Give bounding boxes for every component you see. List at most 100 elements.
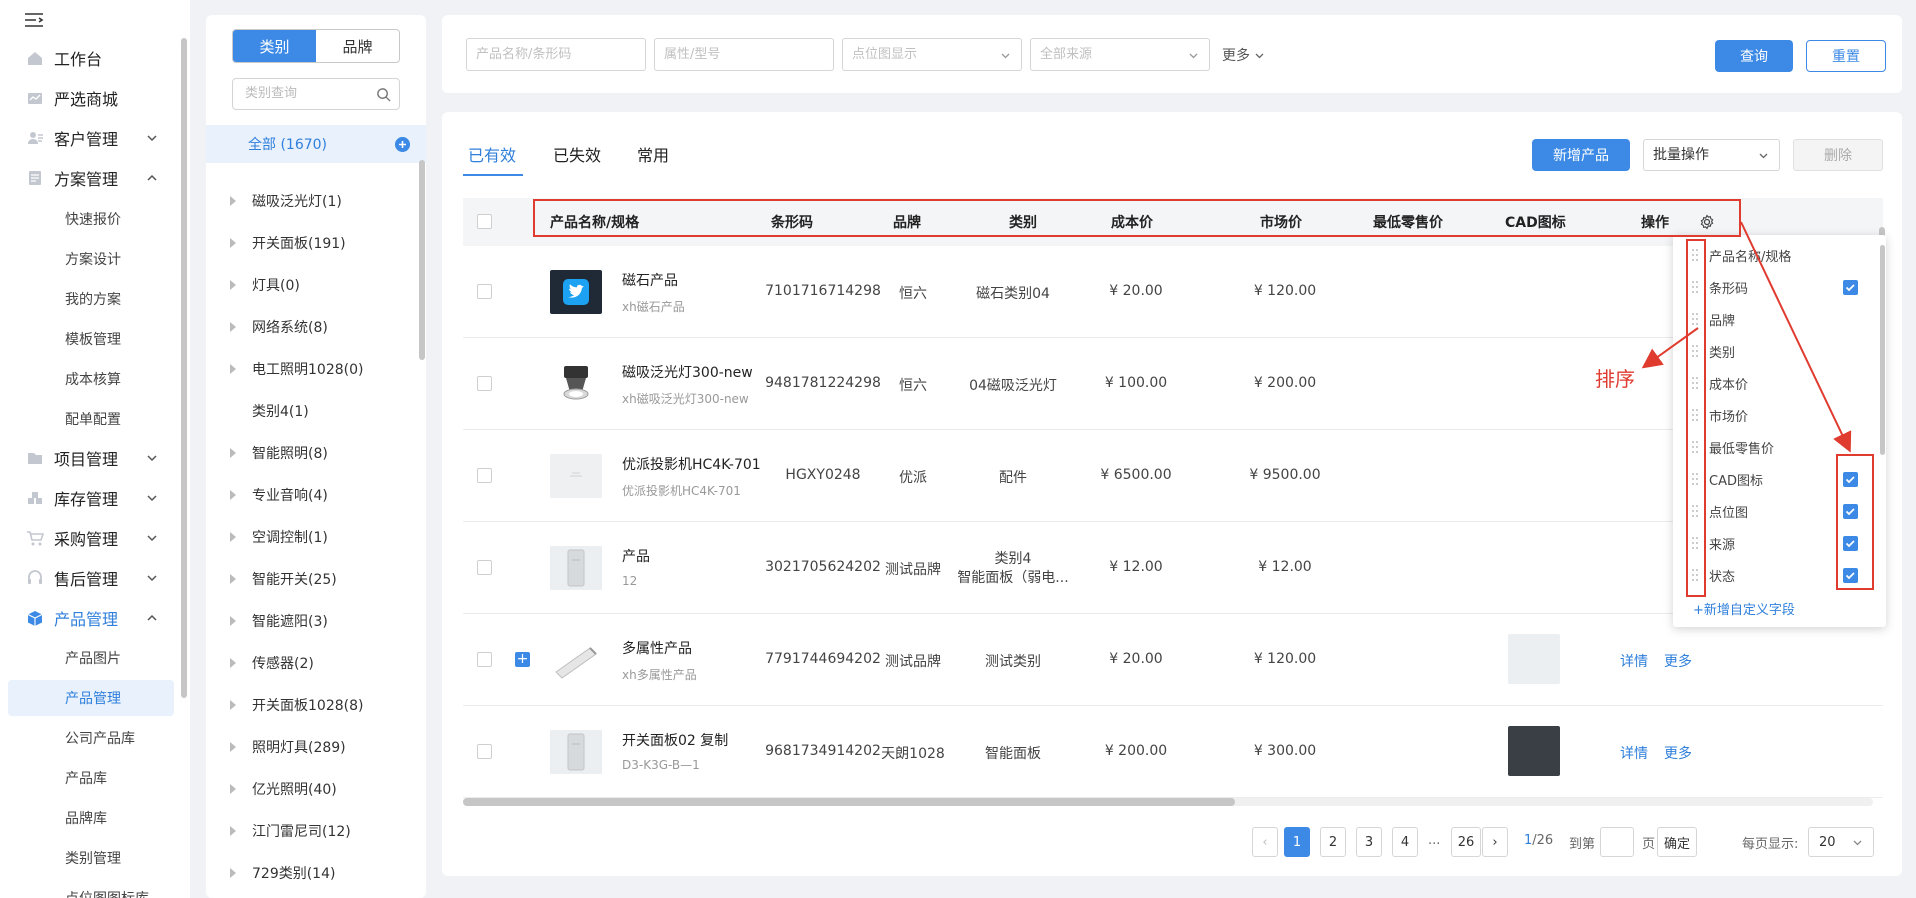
nav-sub-item[interactable]: 产品管理 xyxy=(8,680,174,716)
attribute-input[interactable]: 属性/型号 xyxy=(654,38,834,71)
tab-inactive[interactable]: 已失效 xyxy=(553,142,601,166)
category-item[interactable]: 专业音响(4) xyxy=(206,474,416,516)
goto-page-input[interactable] xyxy=(1600,827,1634,857)
header-cad-icon[interactable]: CAD图标 xyxy=(1505,212,1566,232)
detail-link[interactable]: 详情 xyxy=(1620,651,1648,671)
expand-triangle-icon[interactable] xyxy=(230,616,236,626)
expand-triangle-icon[interactable] xyxy=(230,658,236,668)
category-item[interactable]: 传感器(2) xyxy=(206,642,416,684)
select-all-checkbox[interactable] xyxy=(477,214,492,229)
nav-scrollbar[interactable] xyxy=(181,38,187,698)
drag-handle-icon[interactable] xyxy=(1691,536,1699,550)
nav-sub-item[interactable]: 产品库 xyxy=(8,760,174,796)
column-option[interactable]: 成本价 xyxy=(1673,367,1886,399)
column-option[interactable]: 最低零售价 xyxy=(1673,431,1886,463)
header-category[interactable]: 类别 xyxy=(1009,212,1037,232)
nav-sub-item[interactable]: 类别管理 xyxy=(8,840,174,876)
header-market-price[interactable]: 市场价 xyxy=(1260,212,1302,232)
row-checkbox[interactable] xyxy=(477,468,492,483)
category-item[interactable]: 空调控制(1) xyxy=(206,516,416,558)
product-thumbnail[interactable] xyxy=(550,638,602,682)
query-button[interactable]: 查询 xyxy=(1715,40,1793,72)
expand-row-icon[interactable]: + xyxy=(515,652,530,667)
column-option[interactable]: CAD图标 xyxy=(1673,463,1886,495)
cad-icon-thumbnail[interactable] xyxy=(1508,634,1560,684)
add-category-icon[interactable] xyxy=(395,137,410,152)
drag-handle-icon[interactable] xyxy=(1691,408,1699,422)
table-row[interactable]: 开关面板02 复制 D3-K3G-B—1 9681734914202 天朗1028 智能… xyxy=(463,706,1883,798)
add-product-button[interactable]: 新增产品 xyxy=(1532,139,1630,171)
reset-button[interactable]: 重置 xyxy=(1806,40,1886,72)
row-checkbox[interactable] xyxy=(477,284,492,299)
category-scrollbar[interactable] xyxy=(419,160,425,360)
expand-triangle-icon[interactable] xyxy=(230,238,236,248)
column-option[interactable]: 品牌 xyxy=(1673,303,1886,335)
nav-sub-item[interactable]: 配单配置 xyxy=(8,401,174,437)
column-option[interactable]: 类别 xyxy=(1673,335,1886,367)
chevron-down-icon[interactable] xyxy=(145,571,159,585)
nav-sub-item[interactable]: 点位图图标库 xyxy=(8,880,174,898)
category-item[interactable]: 开关面板1028(8) xyxy=(206,684,416,726)
column-checkbox-checked[interactable] xyxy=(1843,536,1858,551)
expand-triangle-icon[interactable] xyxy=(230,364,236,374)
cad-icon-thumbnail[interactable] xyxy=(1508,726,1560,776)
nav-sub-item[interactable]: 方案设计 xyxy=(8,241,174,277)
category-item[interactable]: 729类别(14) xyxy=(206,852,416,894)
nav-sub-item[interactable]: 成本核算 xyxy=(8,361,174,397)
next-page-button[interactable]: › xyxy=(1482,827,1508,857)
expand-triangle-icon[interactable] xyxy=(230,448,236,458)
tab-brand[interactable]: 品牌 xyxy=(316,30,399,62)
product-thumbnail[interactable] xyxy=(550,270,602,314)
chevron-down-icon[interactable] xyxy=(145,131,159,145)
expand-triangle-icon[interactable] xyxy=(230,700,236,710)
search-icon[interactable] xyxy=(376,87,391,102)
more-link[interactable]: 更多 xyxy=(1664,743,1692,763)
chevron-up-icon[interactable] xyxy=(145,171,159,185)
product-thumbnail[interactable] xyxy=(550,546,602,590)
nav-sub-item[interactable]: 我的方案 xyxy=(8,281,174,317)
table-horizontal-scrollbar[interactable] xyxy=(463,798,1873,806)
header-barcode[interactable]: 条形码 xyxy=(771,212,813,232)
expand-triangle-icon[interactable] xyxy=(230,784,236,794)
category-all[interactable]: 全部 (1670) xyxy=(206,125,426,163)
column-option[interactable]: 状态 xyxy=(1673,559,1886,591)
horizontal-scroll-thumb[interactable] xyxy=(463,798,1235,806)
row-checkbox[interactable] xyxy=(477,376,492,391)
drag-handle-icon[interactable] xyxy=(1691,248,1699,262)
tab-active[interactable]: 已有效 xyxy=(468,142,516,166)
product-name-input[interactable]: 产品名称/条形码 xyxy=(466,38,646,71)
category-item[interactable]: 智能照明(8) xyxy=(206,432,416,474)
category-item[interactable]: 照明灯具(289) xyxy=(206,726,416,768)
add-custom-field-link[interactable]: +新增自定义字段 xyxy=(1693,599,1795,618)
header-name[interactable]: 产品名称/规格 xyxy=(550,212,639,232)
category-item[interactable]: 灯具(0) xyxy=(206,264,416,306)
drag-handle-icon[interactable] xyxy=(1691,376,1699,390)
nav-item-5[interactable]: 库存管理 xyxy=(0,481,178,515)
category-item[interactable]: 开关面板(191) xyxy=(206,222,416,264)
row-checkbox[interactable] xyxy=(477,652,492,667)
chevron-up-icon[interactable] xyxy=(145,611,159,625)
drag-handle-icon[interactable] xyxy=(1691,440,1699,454)
category-item[interactable]: 智能遮阳(3) xyxy=(206,600,416,642)
batch-operations-select[interactable]: 批量操作 xyxy=(1643,139,1780,171)
drag-handle-icon[interactable] xyxy=(1691,568,1699,582)
nav-item-2[interactable]: 客户管理 xyxy=(0,121,178,155)
product-thumbnail[interactable] xyxy=(550,362,602,406)
page-size-select[interactable]: 20 xyxy=(1808,827,1874,857)
column-option[interactable]: 市场价 xyxy=(1673,399,1886,431)
category-item[interactable]: 网络系统(8) xyxy=(206,306,416,348)
prev-page-button[interactable]: ‹ xyxy=(1252,827,1278,857)
nav-item-6[interactable]: 采购管理 xyxy=(0,521,178,555)
column-checkbox-checked[interactable] xyxy=(1843,280,1858,295)
page-button[interactable]: 1 xyxy=(1284,827,1310,857)
table-row[interactable]: 产品 12 3021705624202 测试品牌 类别4 智能面板（弱电... ¥ 12.0… xyxy=(463,522,1883,614)
category-item[interactable]: 电工照明1028(0) xyxy=(206,348,416,390)
column-option[interactable]: 产品名称/规格 xyxy=(1673,239,1886,271)
dropdown-scrollbar[interactable] xyxy=(1880,245,1885,455)
table-row[interactable]: 优派投影机HC4K-701 优派投影机HC4K-701 HGXY0248 优派 配件 ¥ … xyxy=(463,430,1883,522)
more-filters-toggle[interactable]: 更多 xyxy=(1222,45,1265,65)
chevron-down-icon[interactable] xyxy=(145,451,159,465)
category-item[interactable]: 亿光照明(40) xyxy=(206,768,416,810)
settings-gear-icon[interactable] xyxy=(1699,214,1715,230)
point-display-select[interactable]: 点位图显示 xyxy=(842,38,1022,71)
